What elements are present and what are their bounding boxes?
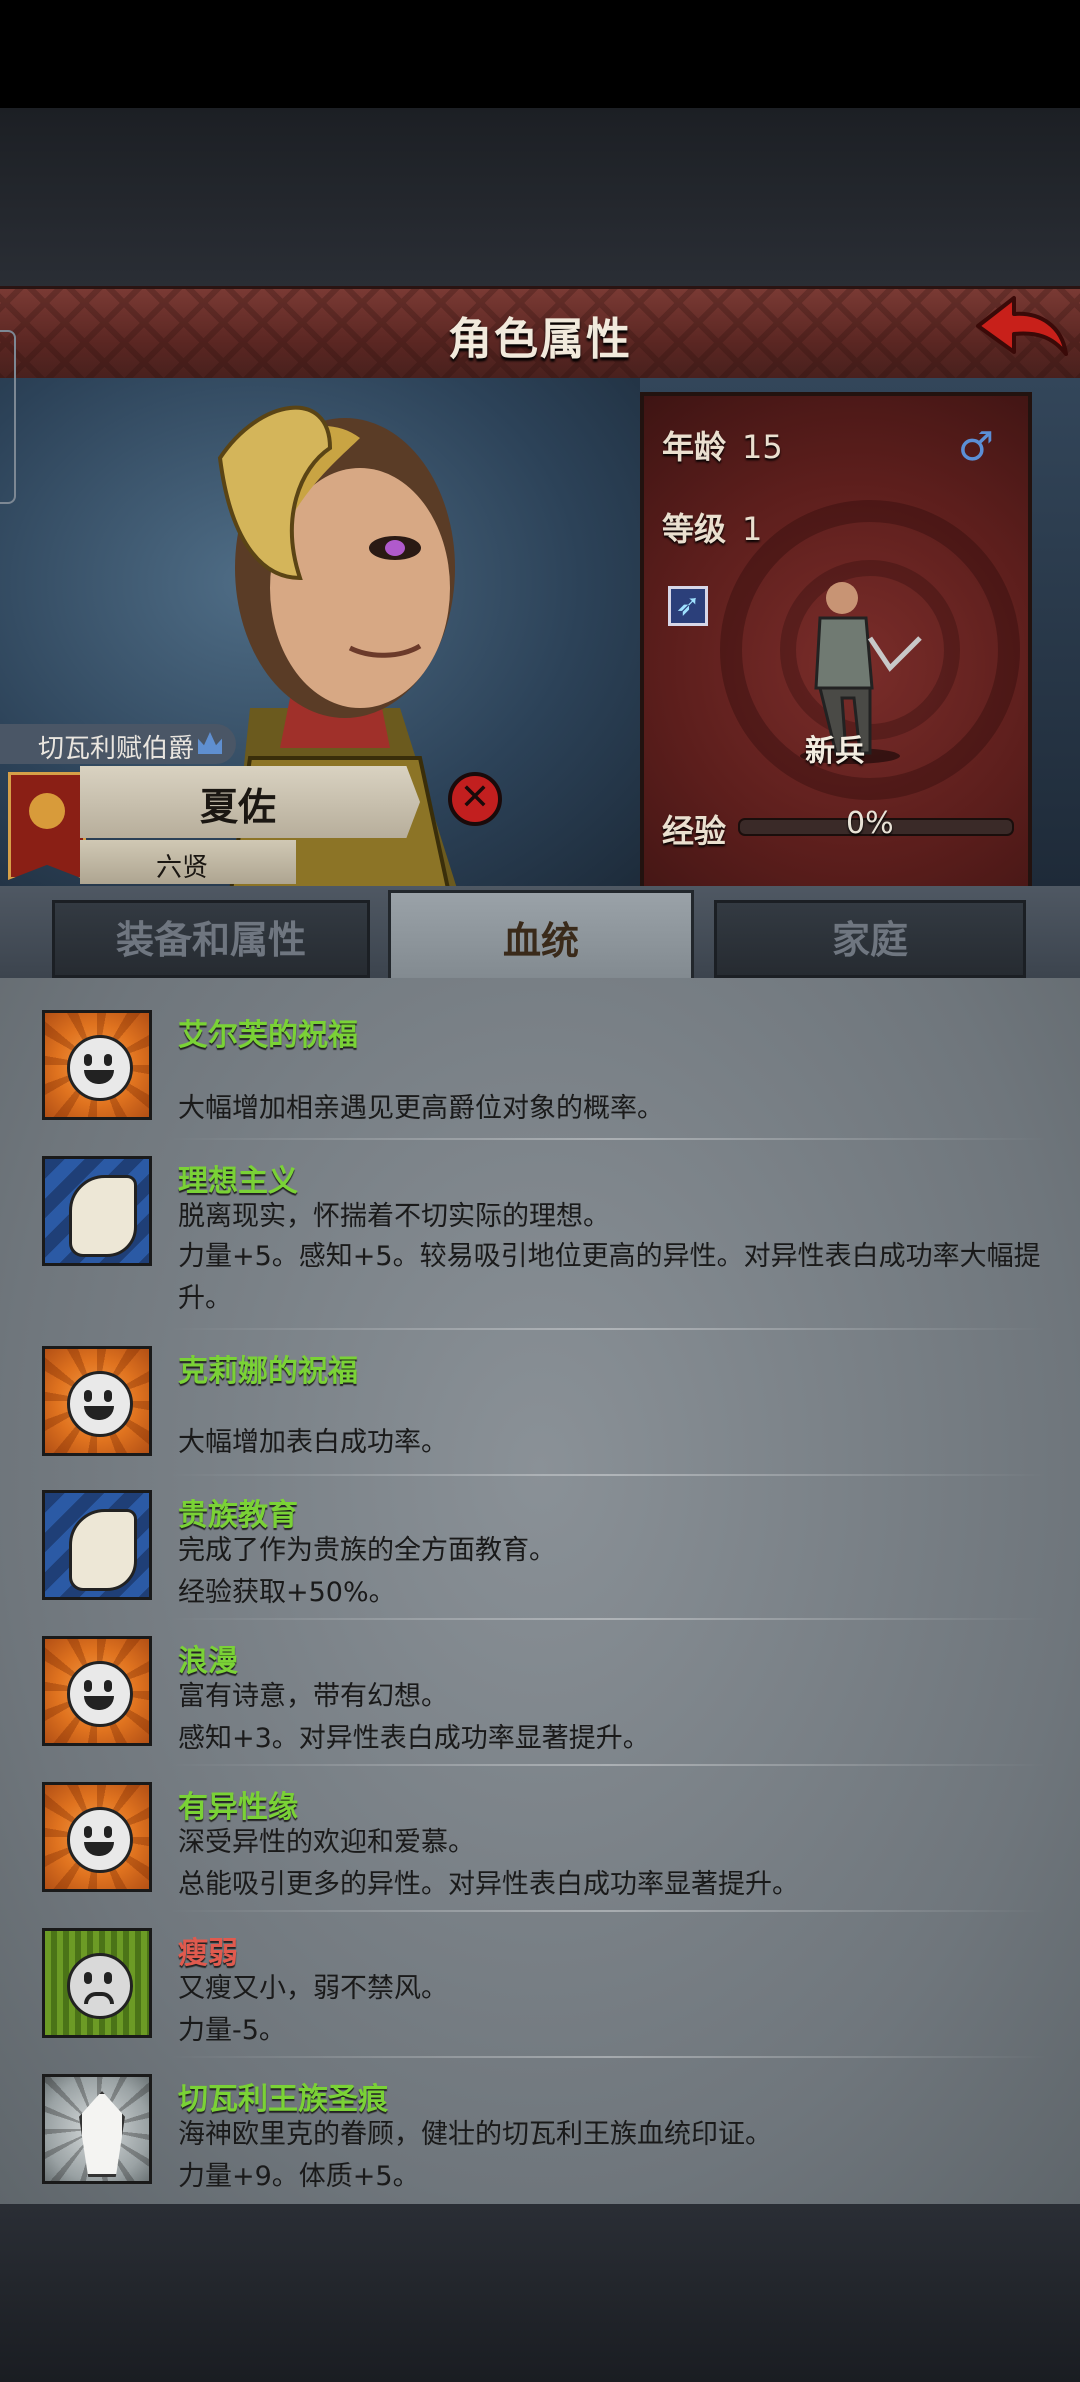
house-banner-icon[interactable] xyxy=(8,772,86,880)
trait-desc: 力量+9。体质+5。 xyxy=(178,2161,420,2192)
name-subtitle-plate: 六贤 xyxy=(80,840,296,884)
trait-desc: 经验获取+50%。 xyxy=(178,1577,396,1608)
noble-title: 切瓦利赋伯爵 xyxy=(38,734,195,764)
happy-sun-icon xyxy=(42,1346,152,1456)
trait-name: 艾尔芙的祝福 xyxy=(178,1018,358,1053)
trait-desc: 海神欧里克的眷顾，健壮的切瓦利王族血统印证。 xyxy=(178,2119,772,2150)
trait-name: 有异性缘 xyxy=(178,1790,298,1825)
tab-family[interactable]: 家庭 xyxy=(714,900,1026,978)
age-value: 15 xyxy=(742,428,783,466)
trait-desc: 富有诗意，带有幻想。 xyxy=(178,1681,448,1712)
tab-equipment[interactable]: 装备和属性 xyxy=(52,900,370,978)
happy-sun-icon xyxy=(42,1010,152,1120)
character-name: 夏佐 xyxy=(200,785,277,829)
age-stat: 年龄 15 xyxy=(662,422,783,468)
trait-desc: 大幅增加相亲遇见更高爵位对象的概率。 xyxy=(178,1093,664,1124)
trait-desc: 总能吸引更多的异性。对异性表白成功率显著提升。 xyxy=(178,1869,799,1900)
tab-bloodline[interactable]: 血统 xyxy=(388,890,694,990)
trait-desc: 又瘦又小，弱不禁风。 xyxy=(178,1973,448,2004)
trait-name: 瘦弱 xyxy=(178,1936,238,1971)
name-plate: 夏佐 xyxy=(80,766,420,838)
trait-desc: 深受异性的欢迎和爱慕。 xyxy=(178,1827,475,1858)
side-handle[interactable] xyxy=(0,330,16,504)
trait-name: 切瓦利王族圣痕 xyxy=(178,2082,388,2117)
trait-name: 克莉娜的祝福 xyxy=(178,1354,358,1389)
top-dark-band xyxy=(0,108,1080,288)
royal-crest-icon xyxy=(42,2074,152,2184)
title-bar: 角色属性 xyxy=(0,286,1080,385)
divider xyxy=(168,1474,1048,1476)
trait-desc: 感知+3。对异性表白成功率显著提升。 xyxy=(178,1723,650,1754)
sword-class-icon[interactable]: ➶ xyxy=(668,586,708,626)
divider xyxy=(168,1764,1048,1766)
page-title: 角色属性 xyxy=(448,314,632,365)
trait-desc: 脱离现实，怀揣着不切实际的理想。 xyxy=(178,1201,610,1232)
age-label: 年龄 xyxy=(662,428,727,466)
exp-label: 经验 xyxy=(662,812,727,850)
trait-name: 理想主义 xyxy=(178,1164,298,1199)
trait-desc: 力量+5。感知+5。较易吸引地位更高的异性。对异性表白成功率大幅提升。 xyxy=(178,1241,1041,1314)
divider xyxy=(168,2056,1048,2058)
divider xyxy=(168,1328,1048,1330)
trait-desc: 完成了作为贵族的全方面教育。 xyxy=(178,1535,556,1566)
trait-desc: 大幅增加表白成功率。 xyxy=(178,1427,448,1458)
divider xyxy=(168,1618,1048,1620)
male-gender-icon: ♂ xyxy=(958,424,994,470)
unit-type-label: 新兵 xyxy=(805,734,865,769)
character-subtitle: 六贤 xyxy=(156,853,209,883)
level-label: 等级 xyxy=(662,510,727,548)
divider xyxy=(168,1910,1048,1912)
happy-sun-icon xyxy=(42,1782,152,1892)
trait-name: 贵族教育 xyxy=(178,1498,298,1533)
flexed-arm-icon xyxy=(42,1156,152,1266)
top-status-area xyxy=(0,0,1080,108)
flexed-arm-icon xyxy=(42,1490,152,1600)
trait-name: 浪漫 xyxy=(178,1644,238,1679)
bottom-dark-band xyxy=(0,2204,1080,2382)
dismiss-button[interactable]: ✕ xyxy=(448,772,502,826)
sad-face-icon xyxy=(42,1928,152,2038)
exp-value: 0% xyxy=(846,806,894,841)
level-value: 1 xyxy=(742,510,763,548)
divider xyxy=(168,1138,1048,1140)
happy-sun-icon xyxy=(42,1636,152,1746)
trait-desc: 力量-5。 xyxy=(178,2015,286,2046)
level-stat: 等级 1 xyxy=(662,504,762,550)
back-arrow-icon[interactable] xyxy=(970,292,1070,370)
